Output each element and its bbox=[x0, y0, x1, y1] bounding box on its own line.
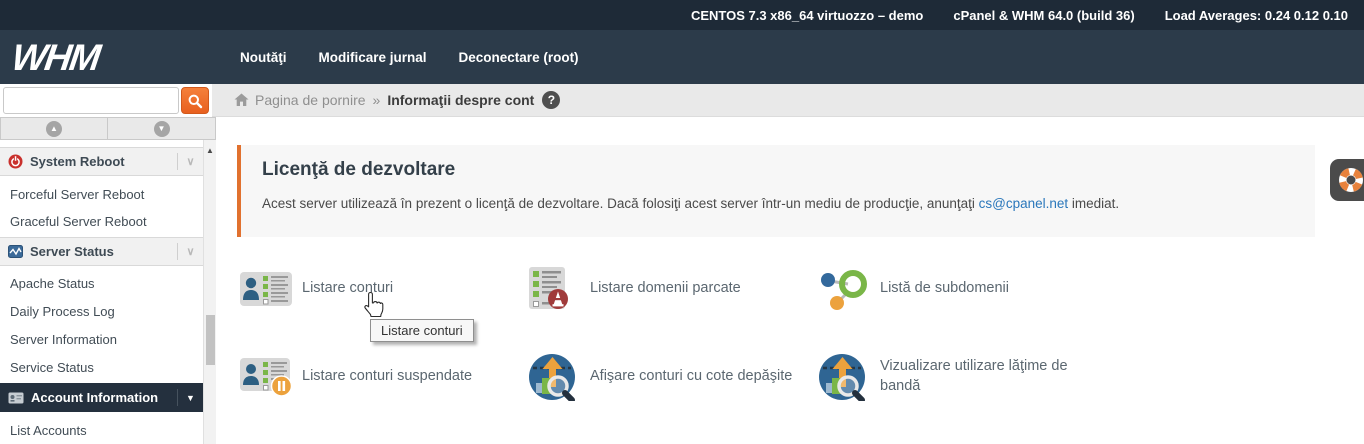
sidebar-item-apache-status[interactable]: Apache Status bbox=[0, 270, 203, 297]
id-card-icon bbox=[8, 392, 24, 404]
feature-label: Listare conturi bbox=[302, 280, 394, 297]
chevron-down-icon[interactable]: ∨ bbox=[177, 153, 203, 170]
support-button[interactable] bbox=[1330, 159, 1364, 201]
chevron-down-icon[interactable]: ▼ bbox=[177, 389, 203, 406]
overquota-accounts-icon bbox=[528, 353, 590, 401]
account-list-icon bbox=[240, 271, 302, 307]
whm-logo[interactable]: WHM bbox=[9, 36, 102, 80]
lifebuoy-icon bbox=[1339, 168, 1363, 192]
feature-suspended-accounts[interactable]: Listare conturi suspendate bbox=[240, 353, 514, 401]
sidebar-item-server-information[interactable]: Server Information bbox=[0, 326, 203, 353]
feature-subdomains[interactable]: Listă de subdomenii bbox=[818, 265, 1092, 313]
license-text-before: Acest server utilizează în prezent o lic… bbox=[262, 196, 979, 211]
sidebar-group-account-information[interactable]: Account Information ▼ bbox=[0, 383, 203, 412]
sidebar-group-label: System Reboot bbox=[30, 154, 125, 169]
scrollbar-up-icon[interactable]: ▲ bbox=[204, 140, 216, 155]
nav-link-news[interactable]: Noutăţi bbox=[240, 50, 287, 65]
subdomains-icon bbox=[818, 266, 880, 312]
status-bar: CENTOS 7.3 x86_64 virtuozzo – demo cPane… bbox=[0, 0, 1364, 30]
nav-links: Noutăţi Modificare jurnal Deconectare (r… bbox=[240, 30, 611, 84]
feature-parked-domains[interactable]: Listare domenii parcate bbox=[528, 265, 802, 313]
nav-link-logout[interactable]: Deconectare (root) bbox=[459, 50, 579, 65]
feature-overquota-accounts[interactable]: Afişare conturi cu cote depăşite bbox=[528, 353, 802, 401]
chevron-down-icon[interactable]: ∨ bbox=[177, 243, 203, 260]
feature-label: Listă de subdomenii bbox=[880, 280, 1009, 297]
breadcrumb-current: Informaţii despre cont bbox=[387, 92, 535, 108]
license-body: Acest server utilizează în prezent o lic… bbox=[262, 196, 1295, 211]
sidebar-scrollbar[interactable]: ▲ bbox=[203, 140, 216, 444]
chart-icon bbox=[8, 245, 23, 258]
search-zone bbox=[0, 84, 212, 117]
home-icon bbox=[234, 93, 249, 107]
navbar: WHM Noutăţi Modificare jurnal Deconectar… bbox=[0, 30, 1364, 84]
sidebar-item-label: Service Status bbox=[10, 360, 94, 375]
power-icon bbox=[8, 154, 23, 169]
breadcrumb: Pagina de pornire » Informaţii despre co… bbox=[212, 84, 1364, 117]
load-averages: Load Averages: 0.24 0.12 0.10 bbox=[1164, 7, 1348, 23]
sidebar-item-label: Forceful Server Reboot bbox=[10, 187, 145, 202]
sidebar-group-label: Server Status bbox=[30, 244, 114, 259]
version-info: cPanel & WHM 64.0 (build 36) bbox=[953, 7, 1135, 23]
sidebar-group-server-status[interactable]: Server Status ∨ bbox=[0, 237, 203, 266]
cpanel-email-link[interactable]: cs@cpanel.net bbox=[979, 196, 1069, 211]
sidebar-item-forceful-reboot[interactable]: Forceful Server Reboot bbox=[0, 181, 203, 208]
sidebar-scroll-buttons: ▲ ▼ bbox=[0, 117, 216, 140]
sidebar-group-label: Account Information bbox=[31, 390, 159, 405]
sidebar-item-daily-process-log[interactable]: Daily Process Log bbox=[0, 298, 203, 325]
sidebar-group-system-reboot[interactable]: System Reboot ∨ bbox=[0, 147, 203, 176]
tooltip: Listare conturi bbox=[370, 319, 474, 342]
breadcrumb-separator: » bbox=[372, 92, 381, 108]
sidebar-item-label: Daily Process Log bbox=[10, 304, 115, 319]
search-breadcrumb-row: Pagina de pornire » Informaţii despre co… bbox=[0, 84, 1364, 117]
help-icon[interactable]: ? bbox=[542, 91, 561, 109]
whm-app: CENTOS 7.3 x86_64 virtuozzo – demo cPane… bbox=[0, 0, 1364, 444]
feature-list-accounts[interactable]: Listare conturi bbox=[240, 265, 514, 313]
search-icon bbox=[188, 94, 203, 108]
sidebar: ▲ ▼ System Reboot ∨ Forceful Server Rebo… bbox=[0, 117, 216, 444]
license-notice-panel: Licenţă de dezvoltare Acest server utili… bbox=[237, 145, 1315, 237]
search-input[interactable] bbox=[3, 87, 179, 114]
scrollbar-thumb[interactable] bbox=[206, 315, 215, 365]
nav-link-changelog[interactable]: Modificare jurnal bbox=[319, 50, 427, 65]
arrow-up-icon: ▲ bbox=[46, 120, 62, 137]
search-button[interactable] bbox=[181, 87, 209, 114]
sidebar-item-list-accounts[interactable]: List Accounts bbox=[0, 417, 203, 444]
sidebar-item-graceful-reboot[interactable]: Graceful Server Reboot bbox=[0, 208, 203, 235]
suspended-accounts-icon bbox=[240, 356, 302, 398]
scroll-down-button[interactable]: ▼ bbox=[108, 117, 216, 140]
main-content: Licenţă de dezvoltare Acest server utili… bbox=[216, 117, 1364, 444]
sidebar-menu: System Reboot ∨ Forceful Server Reboot G… bbox=[0, 140, 203, 444]
feature-label: Listare domenii parcate bbox=[590, 280, 741, 297]
bandwidth-usage-icon bbox=[818, 353, 880, 401]
sidebar-item-label: Graceful Server Reboot bbox=[10, 214, 147, 229]
arrow-down-icon: ▼ bbox=[153, 120, 170, 137]
sidebar-item-service-status[interactable]: Service Status bbox=[0, 354, 203, 381]
scroll-up-button[interactable]: ▲ bbox=[0, 117, 108, 140]
feature-label: Listare conturi suspendate bbox=[302, 368, 473, 385]
license-text-after: imediat. bbox=[1068, 196, 1120, 211]
feature-label: Afişare conturi cu cote depăşite bbox=[590, 368, 793, 385]
sidebar-item-label: List Accounts bbox=[10, 423, 87, 438]
system-info: CENTOS 7.3 x86_64 virtuozzo – demo bbox=[690, 7, 924, 23]
parked-domains-icon bbox=[528, 266, 590, 312]
feature-label: Vizualizare utilizare lăţime de bandă bbox=[880, 358, 1068, 394]
feature-bandwidth-usage[interactable]: Vizualizare utilizare lăţime de bandă bbox=[818, 353, 1092, 401]
license-title: Licenţă de dezvoltare bbox=[262, 159, 456, 180]
sidebar-item-label: Apache Status bbox=[10, 276, 95, 291]
breadcrumb-home[interactable]: Pagina de pornire bbox=[255, 92, 366, 108]
sidebar-item-label: Server Information bbox=[10, 332, 117, 347]
